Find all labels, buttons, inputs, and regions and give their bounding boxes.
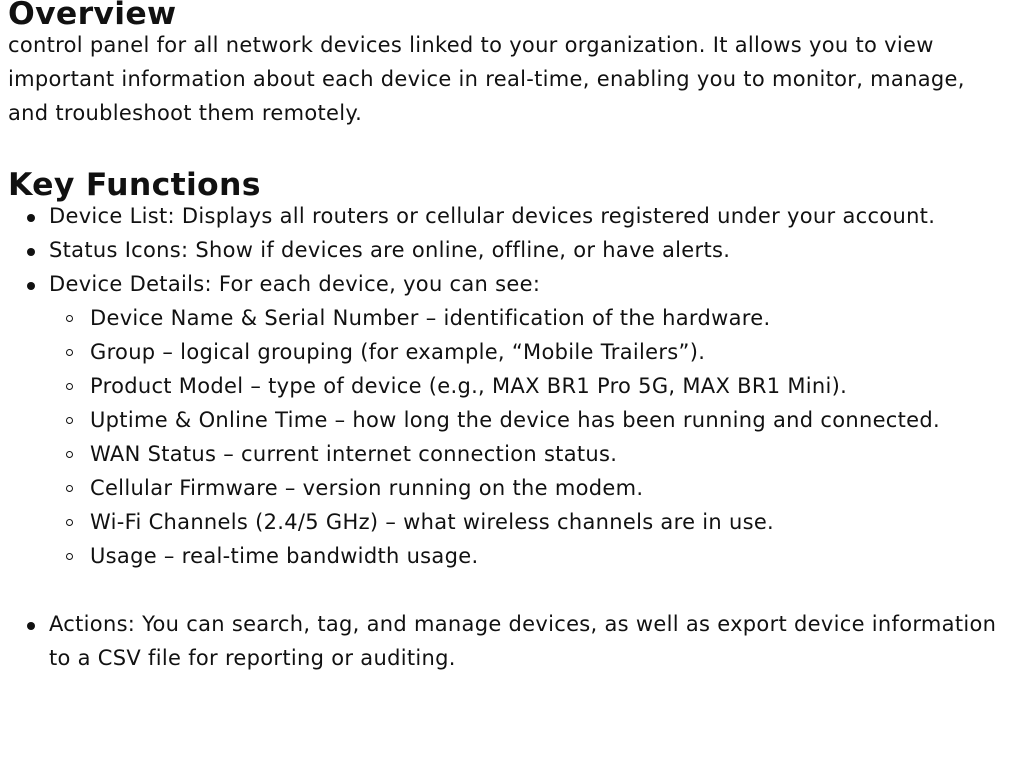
list-item-text: Device Details: For each device, you can… bbox=[49, 272, 541, 296]
bullet-icon bbox=[27, 214, 35, 222]
sublist-item-text: Cellular Firmware – version running on t… bbox=[90, 476, 644, 500]
sublist-item: Uptime & Online Time – how long the devi… bbox=[49, 403, 1012, 437]
list-item-status-icons: Status Icons: Show if devices are online… bbox=[8, 233, 1012, 267]
key-functions-list: Device List: Displays all routers or cel… bbox=[8, 199, 1012, 675]
device-details-sublist: Device Name & Serial Number – identifica… bbox=[49, 301, 1012, 573]
sublist-item: Usage – real-time bandwidth usage. bbox=[49, 539, 1012, 573]
hollow-bullet-icon bbox=[66, 417, 73, 424]
hollow-bullet-icon bbox=[66, 349, 73, 356]
overview-paragraph: control panel for all network devices li… bbox=[8, 33, 965, 125]
overview-heading: Overview bbox=[8, 0, 177, 32]
list-item-text: Status Icons: Show if devices are online… bbox=[49, 238, 731, 262]
bullet-icon bbox=[27, 622, 35, 630]
sublist-item-text: WAN Status – current internet connection… bbox=[90, 442, 618, 466]
bullet-icon bbox=[27, 282, 35, 290]
sublist-item: Device Name & Serial Number – identifica… bbox=[49, 301, 1012, 335]
sublist-item-text: Group – logical grouping (for example, “… bbox=[90, 340, 706, 364]
hollow-bullet-icon bbox=[66, 383, 73, 390]
list-item-text: Device List: Displays all routers or cel… bbox=[49, 204, 936, 228]
bullet-icon bbox=[27, 248, 35, 256]
list-item-device-details: Device Details: For each device, you can… bbox=[8, 267, 1012, 607]
list-item-text: Actions: You can search, tag, and manage… bbox=[49, 612, 997, 670]
hollow-bullet-icon bbox=[66, 485, 73, 492]
key-functions-heading: Key Functions bbox=[8, 167, 261, 203]
list-item-device-list: Device List: Displays all routers or cel… bbox=[8, 199, 1012, 233]
hollow-bullet-icon bbox=[66, 519, 73, 526]
sublist-item: Wi-Fi Channels (2.4/5 GHz) – what wirele… bbox=[49, 505, 1012, 539]
document-page: Overview control panel for all network d… bbox=[0, 0, 1016, 675]
sublist-item-text: Product Model – type of device (e.g., MA… bbox=[90, 374, 848, 398]
sublist-item-text: Device Name & Serial Number – identifica… bbox=[90, 306, 771, 330]
sublist-item: Product Model – type of device (e.g., MA… bbox=[49, 369, 1012, 403]
hollow-bullet-icon bbox=[66, 315, 73, 322]
sublist-item-text: Usage – real-time bandwidth usage. bbox=[90, 544, 479, 568]
sublist-item-text: Uptime & Online Time – how long the devi… bbox=[90, 408, 941, 432]
list-item-actions: Actions: You can search, tag, and manage… bbox=[8, 607, 1012, 675]
sublist-item: WAN Status – current internet connection… bbox=[49, 437, 1012, 471]
hollow-bullet-icon bbox=[66, 553, 73, 560]
sublist-item-text: Wi-Fi Channels (2.4/5 GHz) – what wirele… bbox=[90, 510, 775, 534]
hollow-bullet-icon bbox=[66, 451, 73, 458]
sublist-item: Cellular Firmware – version running on t… bbox=[49, 471, 1012, 505]
sublist-item: Group – logical grouping (for example, “… bbox=[49, 335, 1012, 369]
